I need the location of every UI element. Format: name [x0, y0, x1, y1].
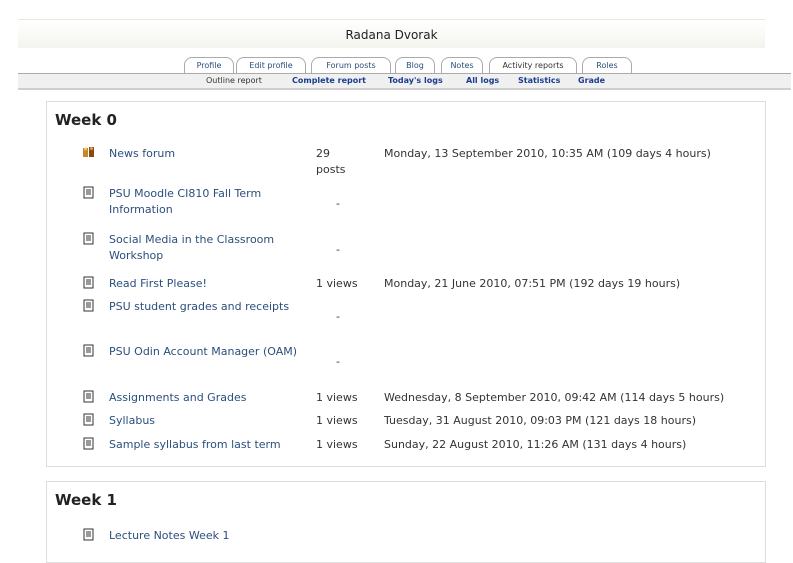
last-access: Monday, 21 June 2010, 07:51 PM (192 days… [384, 277, 681, 290]
resource-link[interactable]: News forum [109, 146, 299, 162]
page-icon [83, 528, 94, 541]
view-count: 29 posts [316, 147, 346, 176]
resource-link[interactable]: Lecture Notes Week 1 [109, 528, 299, 544]
view-count: 1 views [316, 391, 358, 404]
subtab-outline-report[interactable]: Outline report [206, 74, 262, 88]
resource-link[interactable]: Assignments and Grades [109, 390, 299, 406]
page-icon [83, 276, 94, 289]
view-count: - [336, 310, 340, 323]
user-name: Radana Dvorak [345, 28, 438, 42]
page-icon [83, 232, 94, 245]
page-icon [83, 344, 94, 357]
subtab-grade[interactable]: Grade [578, 74, 605, 88]
tab-profile[interactable]: Profile [184, 57, 234, 74]
page-icon [83, 390, 94, 403]
forum-icon [83, 147, 94, 157]
tab-blog[interactable]: Blog [395, 57, 435, 74]
tab-notes[interactable]: Notes [441, 57, 483, 74]
week-0-title: Week 0 [55, 111, 117, 129]
page-icon [83, 186, 94, 199]
tab-roles[interactable]: Roles [582, 57, 632, 74]
resource-link[interactable]: Social Media in the Classroom Workshop [109, 232, 299, 264]
week-0-section: Week 0 News forum 29 posts Monday, 13 Se… [46, 101, 766, 467]
resource-link[interactable]: Read First Please! [109, 276, 299, 292]
subtab-all-logs[interactable]: All logs [466, 74, 499, 88]
view-count: 1 views [316, 414, 358, 427]
last-access: Sunday, 22 August 2010, 11:26 AM (131 da… [384, 438, 687, 451]
view-count: - [336, 197, 340, 210]
page-icon [83, 413, 94, 426]
subtab-todays-logs[interactable]: Today's logs [388, 74, 443, 88]
resource-link[interactable]: PSU Odin Account Manager (OAM) [109, 344, 299, 360]
resource-link[interactable]: Sample syllabus from last term [109, 437, 299, 453]
resource-link[interactable]: PSU Moodle CI810 Fall Term Information [109, 186, 299, 218]
subtab-complete-report[interactable]: Complete report [292, 74, 366, 88]
page-icon [83, 299, 94, 312]
tab-edit-profile[interactable]: Edit profile [236, 57, 306, 74]
view-count: - [336, 355, 340, 368]
profile-tabs: Profile Edit profile Forum posts Blog No… [0, 57, 793, 74]
subtab-statistics[interactable]: Statistics [518, 74, 560, 88]
resource-link[interactable]: Syllabus [109, 413, 299, 429]
last-access: Wednesday, 8 September 2010, 09:42 AM (1… [384, 391, 725, 404]
last-access: Tuesday, 31 August 2010, 09:03 PM (121 d… [384, 414, 696, 427]
view-count: 1 views [316, 438, 358, 451]
report-subtabs: Outline report Complete report Today's l… [18, 74, 791, 90]
tab-activity-reports[interactable]: Activity reports [489, 57, 577, 74]
page-header: Radana Dvorak [18, 19, 765, 48]
view-count: - [336, 243, 340, 256]
page-icon [83, 437, 94, 450]
view-count: 1 views [316, 277, 358, 290]
week-1-section: Week 1 Lecture Notes Week 1 [46, 481, 766, 563]
resource-link[interactable]: PSU student grades and receipts [109, 299, 299, 315]
last-access: Monday, 13 September 2010, 10:35 AM (109… [384, 147, 711, 160]
tab-forum-posts[interactable]: Forum posts [311, 57, 391, 74]
week-1-title: Week 1 [55, 491, 117, 509]
